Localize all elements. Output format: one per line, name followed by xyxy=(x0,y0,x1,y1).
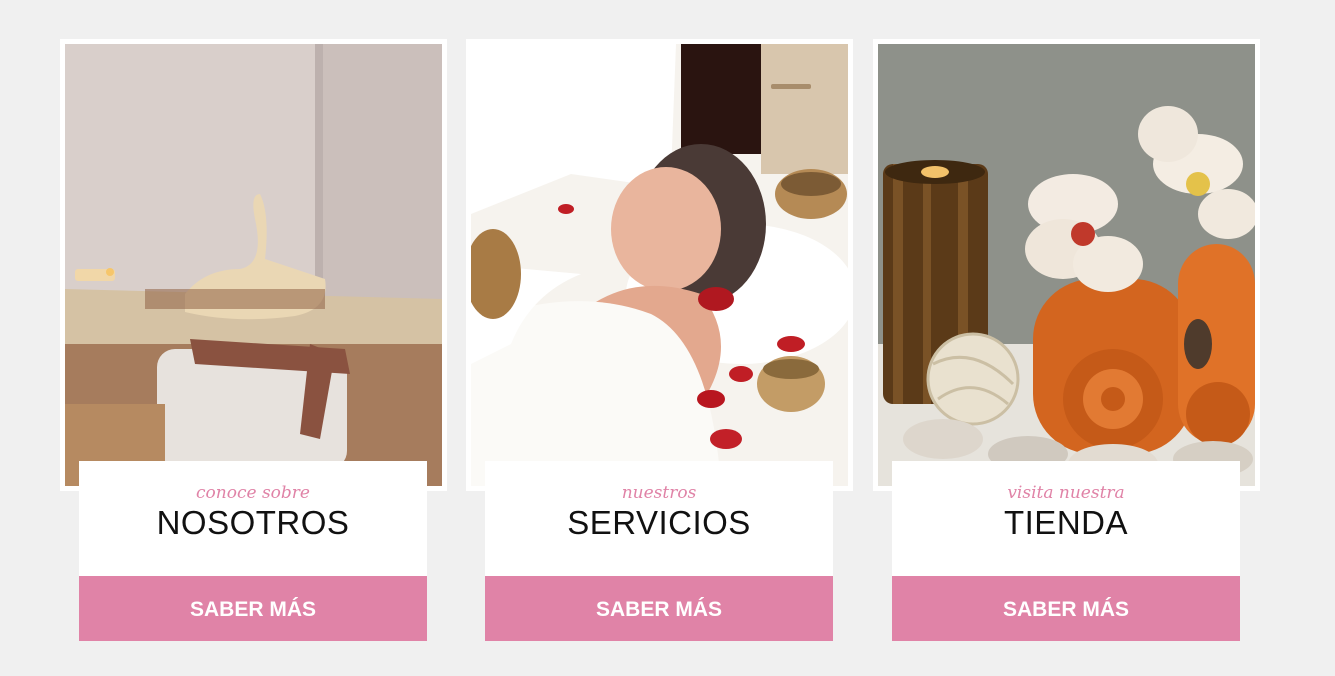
card-title: TIENDA xyxy=(1003,504,1128,541)
candle-orchid-towels-image xyxy=(873,39,1260,491)
card-title: NOSOTROS xyxy=(156,504,350,541)
spa-room-image xyxy=(60,39,447,491)
saber-mas-button[interactable]: SABER MÁS xyxy=(79,576,427,641)
card-subtitle: visita nuestra xyxy=(1007,483,1125,503)
facial-treatment-image xyxy=(466,39,853,491)
card-label-box: conoce sobre NOSOTROS xyxy=(79,461,427,576)
card-label-box: nuestros SERVICIOS xyxy=(485,461,833,576)
saber-mas-button[interactable]: SABER MÁS xyxy=(485,576,833,641)
card-servicios: nuestros SERVICIOS SABER MÁS xyxy=(466,39,853,641)
card-label-box: visita nuestra TIENDA xyxy=(892,461,1240,576)
card-subtitle: conoce sobre xyxy=(196,483,310,503)
card-tienda: visita nuestra TIENDA SABER MÁS xyxy=(873,39,1260,641)
saber-mas-button[interactable]: SABER MÁS xyxy=(892,576,1240,641)
card-title: SERVICIOS xyxy=(567,504,751,541)
card-nosotros: conoce sobre NOSOTROS SABER MÁS xyxy=(60,39,447,641)
card-subtitle: nuestros xyxy=(621,483,697,503)
